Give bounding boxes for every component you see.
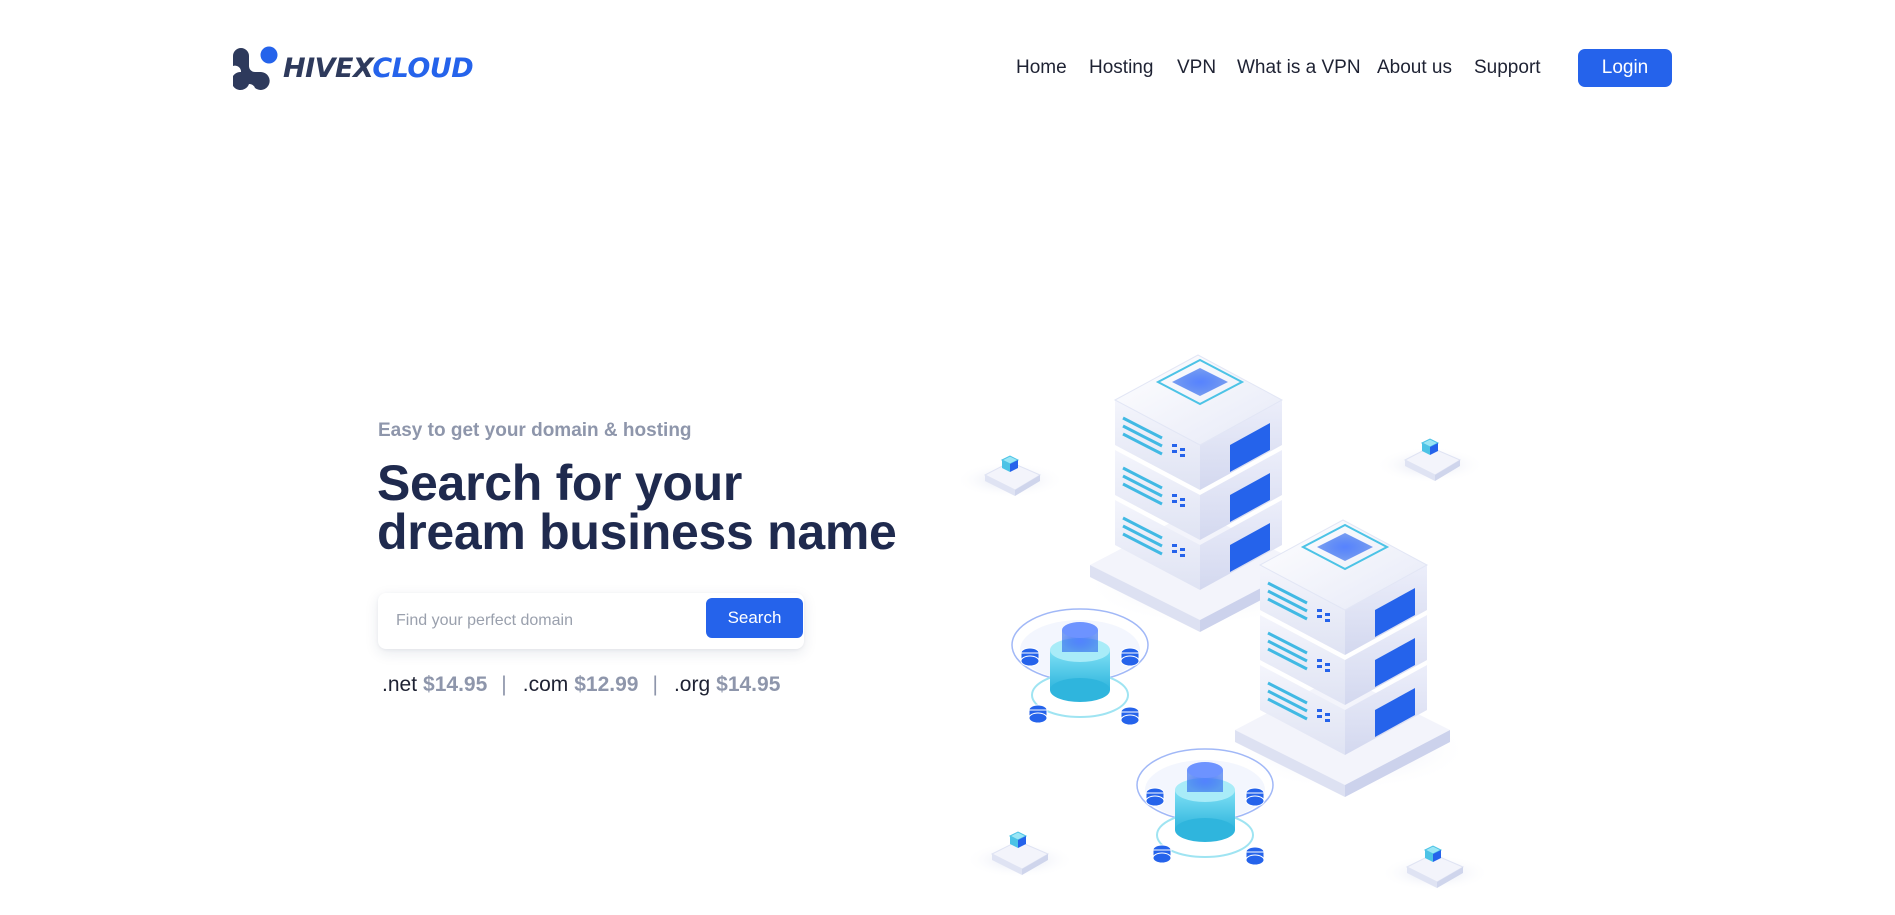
price-separator: | — [501, 673, 507, 696]
domain-search-button[interactable]: Search — [706, 598, 803, 638]
hero-headline: Search for your dream business name — [377, 455, 897, 560]
tld-price-list: .net $14.95 | .com $12.99 | .org $14.95 — [382, 673, 780, 697]
tld-name: .net — [382, 673, 418, 696]
mini-tile-icon — [1375, 438, 1485, 483]
login-button[interactable]: Login — [1578, 49, 1672, 87]
mini-tile-icon — [955, 455, 1065, 498]
nav-hosting[interactable]: Hosting — [1089, 56, 1153, 80]
domain-search-box: Search — [378, 593, 804, 649]
hero-eyebrow: Easy to get your domain & hosting — [378, 420, 692, 441]
nav-about-us[interactable]: About us — [1377, 56, 1452, 80]
database-hub-icon — [1011, 608, 1149, 726]
nav-vpn[interactable]: VPN — [1177, 56, 1216, 80]
tld-name: .org — [673, 673, 711, 696]
mini-tile-icon — [965, 831, 1075, 878]
tld-price: $12.99 — [574, 673, 639, 696]
price-separator: | — [652, 673, 658, 696]
nav-what-is-a-vpn[interactable]: What is a VPN — [1237, 56, 1361, 80]
domain-search-input[interactable] — [396, 605, 676, 637]
nav-home[interactable]: Home — [1016, 56, 1067, 80]
tld-name: .com — [522, 673, 569, 696]
mini-tile-icon — [1380, 845, 1490, 891]
server-rack-icon — [1230, 519, 1470, 797]
tld-price: $14.95 — [716, 673, 781, 696]
tld-price: $14.95 — [423, 673, 488, 696]
isometric-server-racks-illustration — [955, 354, 1490, 891]
nav-support[interactable]: Support — [1474, 56, 1541, 80]
